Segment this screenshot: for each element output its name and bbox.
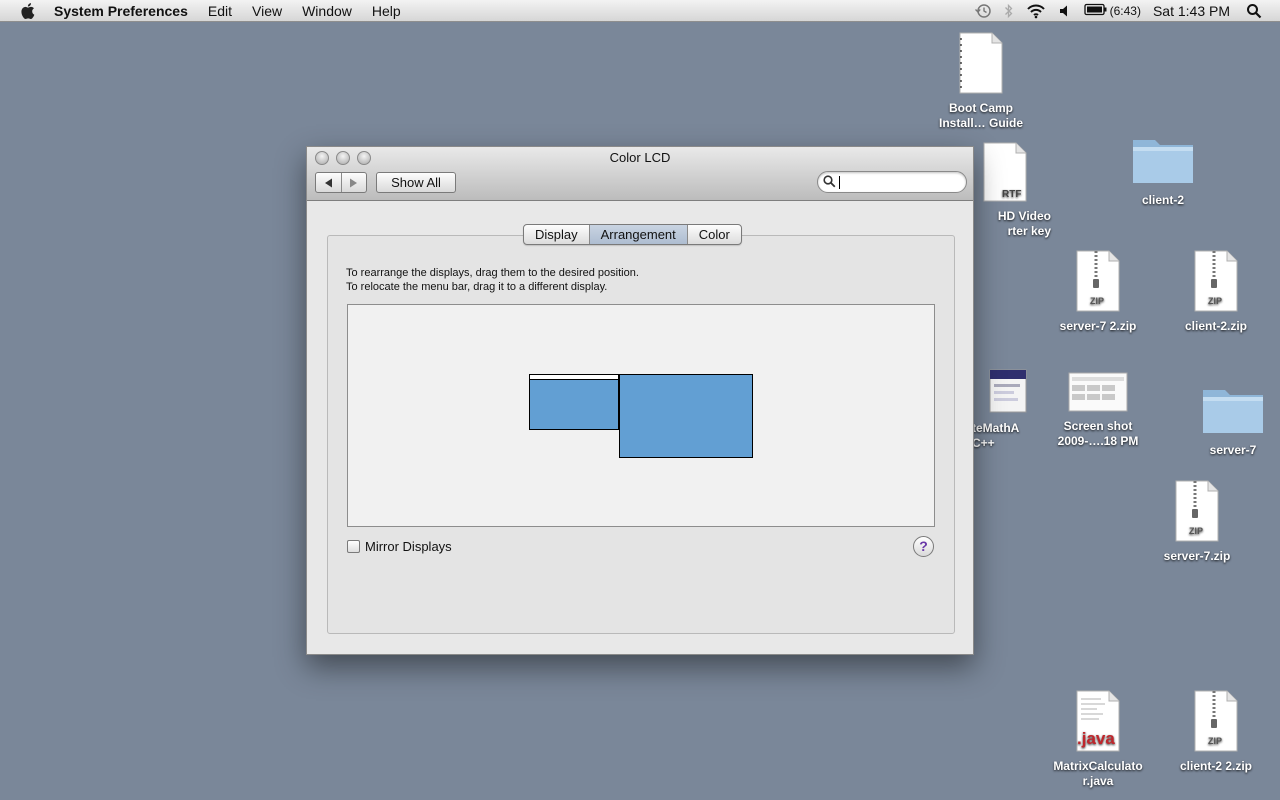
spotlight-icon[interactable] bbox=[1236, 0, 1280, 22]
desktop-icon-screen-shot[interactable]: Screen shot 2009-….18 PM bbox=[1043, 372, 1153, 449]
desktop-icon-client-2-zip[interactable]: ZIP client-2.zip bbox=[1161, 250, 1271, 334]
desktop-icon-client-2-2-zip[interactable]: ZIP client-2 2.zip bbox=[1161, 690, 1271, 774]
desktop-icon-server-7-zip[interactable]: ZIP server-7.zip bbox=[1142, 480, 1252, 564]
screenshot-thumbnail-icon bbox=[973, 368, 1043, 418]
arrangement-instructions: To rearrange the displays, drag them to … bbox=[346, 266, 639, 294]
java-file-icon: .java bbox=[1043, 690, 1153, 756]
menu-bar-strip[interactable] bbox=[530, 375, 618, 380]
color-lcd-window: Color LCD Show All Display Arrangement C… bbox=[306, 146, 974, 655]
help-button[interactable]: ? bbox=[913, 536, 934, 557]
desktop-icon-boot-camp-guide[interactable]: Boot Camp Install… Guide bbox=[926, 32, 1036, 131]
volume-icon[interactable] bbox=[1052, 0, 1078, 22]
window-title: Color LCD bbox=[609, 150, 671, 165]
desktop-icon-label: server-7.zip bbox=[1163, 549, 1231, 563]
menubar-clock[interactable]: Sat 1:43 PM bbox=[1147, 3, 1236, 19]
search-icon bbox=[823, 175, 836, 191]
forward-button[interactable] bbox=[340, 173, 367, 192]
display-rectangle-main[interactable] bbox=[529, 374, 619, 430]
folder-icon bbox=[1108, 130, 1218, 190]
battery-time: (6:43) bbox=[1109, 4, 1141, 18]
desktop-icon-label: client-2 2.zip bbox=[1179, 759, 1253, 773]
zip-badge: ZIP bbox=[1208, 736, 1222, 746]
zip-archive-icon: ZIP bbox=[1161, 250, 1271, 316]
menu-edit[interactable]: Edit bbox=[198, 0, 242, 22]
menu-view[interactable]: View bbox=[242, 0, 292, 22]
menu-app-name[interactable]: System Preferences bbox=[54, 0, 198, 22]
zip-archive-icon: ZIP bbox=[1161, 690, 1271, 756]
back-forward-control bbox=[315, 172, 367, 193]
desktop-icon-server-7-folder[interactable]: server-7 bbox=[1178, 380, 1280, 458]
mirror-displays-option[interactable]: Mirror Displays bbox=[347, 539, 452, 554]
menu-help[interactable]: Help bbox=[362, 0, 411, 22]
tab-display[interactable]: Display bbox=[524, 225, 589, 244]
battery-status[interactable]: (6:43) bbox=[1078, 0, 1147, 22]
document-icon bbox=[926, 32, 1036, 98]
zip-badge: ZIP bbox=[1189, 526, 1203, 536]
desktop-icon-label: Boot Camp Install… Guide bbox=[938, 101, 1023, 130]
search-input[interactable] bbox=[838, 174, 958, 190]
battery-icon bbox=[1083, 3, 1108, 19]
search-field[interactable] bbox=[817, 171, 967, 193]
wifi-icon[interactable] bbox=[1020, 0, 1052, 22]
mirror-displays-checkbox[interactable] bbox=[347, 540, 360, 553]
window-toolbar[interactable]: Color LCD Show All bbox=[307, 147, 973, 201]
menu-bar: System Preferences Edit View Window Help… bbox=[0, 0, 1280, 22]
show-all-button[interactable]: Show All bbox=[376, 172, 456, 193]
tab-bar: Display Arrangement Color bbox=[523, 224, 742, 245]
desktop-icon-client-2-folder[interactable]: client-2 bbox=[1108, 130, 1218, 208]
tab-color[interactable]: Color bbox=[686, 225, 741, 244]
menu-window[interactable]: Window bbox=[292, 0, 362, 22]
bluetooth-icon[interactable] bbox=[998, 0, 1020, 22]
zip-archive-icon: ZIP bbox=[1142, 480, 1252, 546]
desktop-icon-label: MatrixCalculato r.java bbox=[1053, 759, 1143, 788]
display-arrangement-area bbox=[347, 304, 935, 527]
display-rectangle-secondary[interactable] bbox=[619, 374, 753, 458]
mirror-displays-label: Mirror Displays bbox=[365, 539, 452, 554]
desktop-icon-label: server-7 2.zip bbox=[1059, 319, 1137, 333]
desktop-icon-label: client-2.zip bbox=[1184, 319, 1247, 333]
desktop-icon-server-7-2-zip[interactable]: ZIP server-7 2.zip bbox=[1043, 250, 1153, 334]
instruction-line: To relocate the menu bar, drag it to a d… bbox=[346, 281, 608, 293]
apple-menu-icon[interactable] bbox=[18, 2, 40, 20]
back-arrow-icon bbox=[324, 178, 332, 187]
instruction-line: To rearrange the displays, drag them to … bbox=[346, 267, 639, 279]
screenshot-thumbnail-icon bbox=[1043, 372, 1153, 416]
rtf-badge: RTF bbox=[1002, 189, 1021, 200]
tab-arrangement[interactable]: Arrangement bbox=[588, 225, 687, 244]
desktop-icon-label: server-7 bbox=[1209, 443, 1257, 457]
forward-arrow-icon bbox=[350, 178, 358, 187]
desktop-icon-label: client-2 bbox=[1141, 193, 1184, 207]
desktop-icon-label: Screen shot 2009-….18 PM bbox=[1057, 419, 1139, 448]
back-button[interactable] bbox=[316, 173, 341, 192]
folder-icon bbox=[1178, 380, 1280, 440]
desktop-icon-matrix-calculator-java[interactable]: .java MatrixCalculato r.java bbox=[1043, 690, 1153, 789]
zip-badge: ZIP bbox=[1090, 296, 1104, 306]
time-machine-icon[interactable] bbox=[968, 0, 998, 22]
java-badge: .java bbox=[1077, 729, 1115, 748]
zip-archive-icon: ZIP bbox=[1043, 250, 1153, 316]
zip-badge: ZIP bbox=[1208, 296, 1222, 306]
menu-extras: (6:43) Sat 1:43 PM bbox=[968, 0, 1280, 22]
